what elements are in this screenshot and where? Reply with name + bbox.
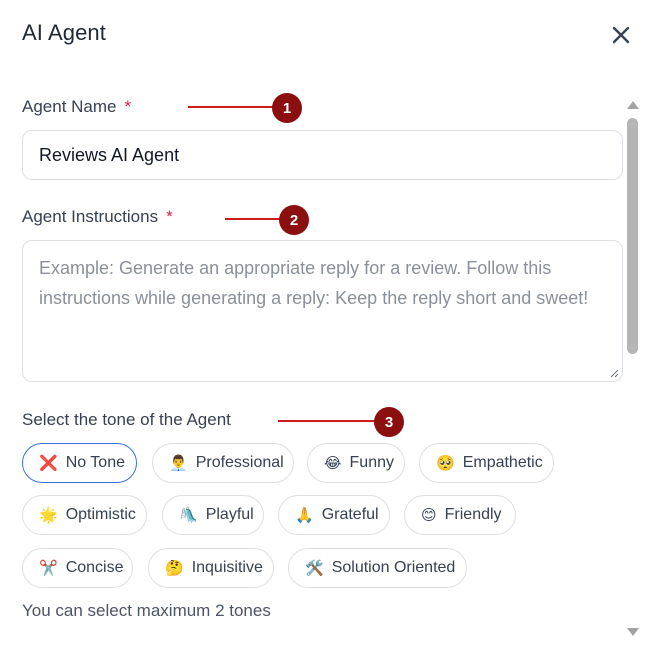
chip-label: No Tone bbox=[65, 454, 125, 471]
playground-slide-icon: 🛝 bbox=[179, 506, 198, 524]
tone-label: Select the tone of the Agent bbox=[22, 410, 231, 429]
textarea-placeholder: Example: Generate an appropriate reply f… bbox=[39, 258, 589, 308]
tone-chip-concise[interactable]: ✂️ Concise bbox=[22, 548, 133, 588]
pleading-face-icon: 🥺 bbox=[436, 454, 455, 472]
tone-chip-professional[interactable]: 👨‍💼 Professional bbox=[152, 443, 294, 483]
callout-line bbox=[188, 106, 278, 108]
callout-badge: 1 bbox=[272, 93, 302, 123]
dialog-title: AI Agent bbox=[22, 20, 106, 45]
scrollbar-thumb[interactable] bbox=[627, 118, 638, 354]
resize-grip-icon[interactable] bbox=[610, 369, 619, 378]
agent-name-label: Agent Name * bbox=[22, 97, 131, 117]
folded-hands-icon: 🙏 bbox=[295, 506, 314, 524]
chip-label: Optimistic bbox=[65, 506, 136, 523]
tone-chip-inquisitive[interactable]: 🤔 Inquisitive bbox=[148, 548, 274, 588]
tools-icon: 🛠️ bbox=[305, 559, 324, 577]
tone-chip-optimistic[interactable]: 🌟 Optimistic bbox=[22, 495, 147, 535]
chip-label: Concise bbox=[65, 559, 124, 576]
chip-label: Friendly bbox=[444, 506, 502, 523]
tone-chip-playful[interactable]: 🛝 Playful bbox=[162, 495, 264, 535]
required-marker: * bbox=[124, 97, 132, 116]
required-marker: * bbox=[166, 207, 173, 226]
office-worker-icon: 👨‍💼 bbox=[169, 454, 188, 472]
tone-chip-empathetic[interactable]: 🥺 Empathetic bbox=[419, 443, 554, 483]
tone-hint: You can select maximum 2 tones bbox=[22, 601, 271, 620]
scroll-up-arrow-icon[interactable] bbox=[627, 101, 639, 109]
close-icon[interactable] bbox=[610, 24, 632, 46]
agent-instructions-label-text: Agent Instructions bbox=[22, 207, 159, 226]
callout-line bbox=[225, 218, 285, 220]
scissors-icon: ✂️ bbox=[39, 559, 58, 577]
tone-chip-no-tone[interactable]: ❌ No Tone bbox=[22, 443, 137, 483]
chip-label: Solution Oriented bbox=[331, 559, 456, 576]
tone-chip-funny[interactable]: 😂 Funny bbox=[307, 443, 405, 483]
tone-chip-solution-oriented[interactable]: 🛠️ Solution Oriented bbox=[288, 548, 467, 588]
smiling-face-icon: 😊 bbox=[421, 506, 437, 524]
agent-name-input[interactable]: Reviews AI Agent bbox=[22, 130, 623, 180]
cross-mark-icon: ❌ bbox=[39, 454, 58, 472]
callout-badge: 3 bbox=[374, 407, 404, 437]
agent-instructions-textarea[interactable]: Example: Generate an appropriate reply f… bbox=[22, 240, 623, 382]
chip-label: Playful bbox=[205, 506, 254, 523]
agent-name-label-text: Agent Name bbox=[22, 97, 117, 116]
chip-label: Inquisitive bbox=[191, 559, 263, 576]
chip-label: Funny bbox=[349, 454, 394, 471]
agent-instructions-label: Agent Instructions * bbox=[22, 207, 173, 227]
chip-label: Empathetic bbox=[462, 454, 543, 471]
thinking-face-icon: 🤔 bbox=[165, 559, 184, 577]
star-icon: 🌟 bbox=[39, 506, 58, 524]
callout-badge: 2 bbox=[279, 205, 309, 235]
tone-chip-friendly[interactable]: 😊 Friendly bbox=[404, 495, 516, 535]
tone-chip-grateful[interactable]: 🙏 Grateful bbox=[278, 495, 390, 535]
chip-label: Professional bbox=[195, 454, 284, 471]
callout-line bbox=[278, 420, 378, 422]
chip-label: Grateful bbox=[321, 506, 379, 523]
scroll-down-arrow-icon[interactable] bbox=[627, 628, 639, 636]
laughing-face-icon: 😂 bbox=[324, 454, 342, 472]
